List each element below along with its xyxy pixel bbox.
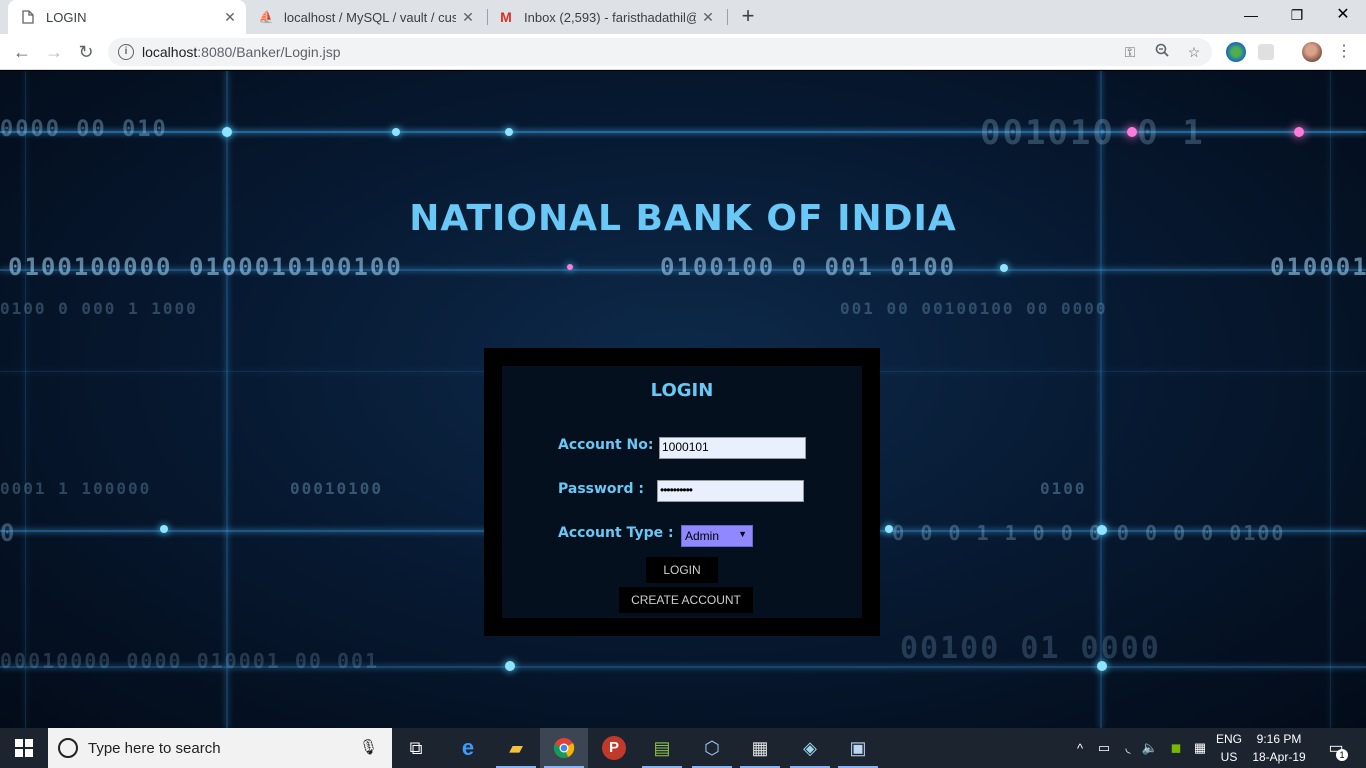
account-type-value: Admin	[685, 529, 720, 543]
windows-taskbar: Type here to search 🎙 ⧉ e ▰ P ▤ ⬡ ▦ ◈ ▣ …	[0, 728, 1366, 768]
show-hidden-icons[interactable]: ^	[1070, 728, 1090, 768]
key-icon[interactable]: ⚿	[1120, 42, 1140, 62]
app-p-icon[interactable]: P	[590, 728, 638, 768]
microphone-icon[interactable]: 🎙	[359, 738, 378, 756]
back-button[interactable]: ←	[10, 40, 34, 64]
dropdown-arrow-icon: ▼	[738, 529, 747, 539]
wifi-icon[interactable]: ◟	[1118, 728, 1138, 768]
tab-phpmyadmin[interactable]: ⛵ localhost / MySQL / vault / custo ✕	[250, 0, 484, 34]
windows-icon	[15, 739, 33, 757]
account-type-label: Account Type :	[558, 525, 674, 541]
app-crystal-icon[interactable]: ◈	[786, 728, 834, 768]
keyboard-icon[interactable]: ▦	[1190, 728, 1210, 768]
taskbar-search[interactable]: Type here to search 🎙	[48, 728, 392, 768]
close-window-button[interactable]: ✕	[1320, 0, 1366, 30]
page-viewport: 0000 00 010 001010 0 1 0100100000 010001…	[0, 71, 1366, 728]
page-title: NATIONAL BANK OF INDIA	[409, 198, 957, 239]
address-bar[interactable]: i localhost:8080/Banker/Login.jsp ⚿ ☆	[108, 38, 1212, 66]
cortana-icon	[58, 738, 78, 758]
zoom-icon[interactable]	[1152, 42, 1172, 62]
language-code: ENG	[1215, 732, 1242, 746]
menu-kebab-icon[interactable]: ⋮	[1332, 40, 1356, 64]
url-path: :8080/Banker/Login.jsp	[197, 44, 341, 60]
volume-muted-icon[interactable]: 🔈	[1140, 728, 1160, 768]
tab-title: LOGIN	[46, 9, 87, 25]
browser-tab-strip: LOGIN ✕ ⛵ localhost / MySQL / vault / cu…	[0, 0, 1366, 34]
app-chart-icon[interactable]: ▤	[638, 728, 686, 768]
phpmyadmin-icon: ⛵	[258, 10, 274, 24]
reload-button[interactable]: ↻	[74, 40, 98, 64]
file-explorer-icon[interactable]: ▰	[492, 728, 540, 768]
password-input[interactable]: ••••••••••	[657, 480, 804, 502]
app-window-icon[interactable]: ▦	[736, 728, 784, 768]
minimize-button[interactable]: —	[1228, 0, 1274, 30]
document-icon	[20, 9, 36, 25]
bookmark-star-icon[interactable]: ☆	[1184, 42, 1204, 62]
tab-separator	[487, 9, 488, 25]
task-view-icon[interactable]: ⧉	[392, 728, 440, 768]
create-account-button[interactable]: CREATE ACCOUNT	[619, 587, 753, 613]
url-host: localhost	[142, 44, 198, 60]
tab-title: Inbox (2,593) - faristhadathil@gn	[524, 9, 696, 25]
avatar[interactable]	[1302, 42, 1322, 62]
search-placeholder: Type here to search	[88, 740, 221, 757]
tab-separator	[727, 9, 728, 25]
clock-date: 18-Apr-19	[1252, 750, 1306, 764]
start-button[interactable]	[0, 728, 48, 768]
forward-button[interactable]: →	[42, 40, 66, 64]
action-center-icon[interactable]: ▭ 1	[1322, 728, 1350, 768]
tab-title: localhost / MySQL / vault / custo	[284, 9, 456, 25]
account-no-label: Account No:	[558, 437, 654, 453]
browser-toolbar: ← → ↻ i localhost:8080/Banker/Login.jsp …	[0, 34, 1366, 70]
close-tab-icon[interactable]: ✕	[460, 9, 476, 25]
password-label: Password :	[558, 481, 644, 497]
app-paint-icon[interactable]: ▣	[834, 728, 882, 768]
tab-login[interactable]: LOGIN ✕	[8, 0, 246, 34]
notification-count: 1	[1336, 749, 1348, 761]
extension-cube-icon[interactable]	[1258, 44, 1274, 60]
account-type-select[interactable]: Admin ▼	[681, 525, 753, 547]
login-heading: LOGIN	[650, 380, 714, 401]
login-panel: LOGIN Account No: 1000101 Password : •••…	[484, 348, 880, 636]
new-tab-button[interactable]: +	[737, 5, 759, 28]
info-icon[interactable]: i	[118, 44, 134, 60]
region-code: US	[1220, 750, 1238, 764]
battery-icon[interactable]: ▭	[1094, 728, 1114, 768]
tab-gmail[interactable]: M Inbox (2,593) - faristhadathil@gn ✕	[490, 0, 724, 34]
system-clock[interactable]: 9:16 PM 18-Apr-19	[1246, 730, 1312, 766]
close-tab-icon[interactable]: ✕	[222, 9, 238, 25]
app-box-icon[interactable]: ⬡	[688, 728, 736, 768]
nvidia-icon[interactable]: ◼	[1166, 728, 1186, 768]
restore-button[interactable]: ❐	[1274, 0, 1320, 30]
input-language[interactable]: ENG US	[1214, 730, 1244, 766]
login-button[interactable]: LOGIN	[646, 557, 718, 583]
url-text[interactable]: localhost:8080/Banker/Login.jsp	[142, 44, 340, 60]
gmail-icon: M	[500, 9, 512, 25]
edge-icon[interactable]: e	[444, 728, 492, 768]
extension-globe-icon[interactable]	[1226, 42, 1246, 62]
clock-time: 9:16 PM	[1256, 732, 1302, 746]
close-tab-icon[interactable]: ✕	[700, 9, 716, 25]
login-form: LOGIN Account No: 1000101 Password : •••…	[502, 366, 862, 618]
account-no-input[interactable]: 1000101	[659, 437, 806, 459]
chrome-icon[interactable]	[540, 728, 588, 768]
